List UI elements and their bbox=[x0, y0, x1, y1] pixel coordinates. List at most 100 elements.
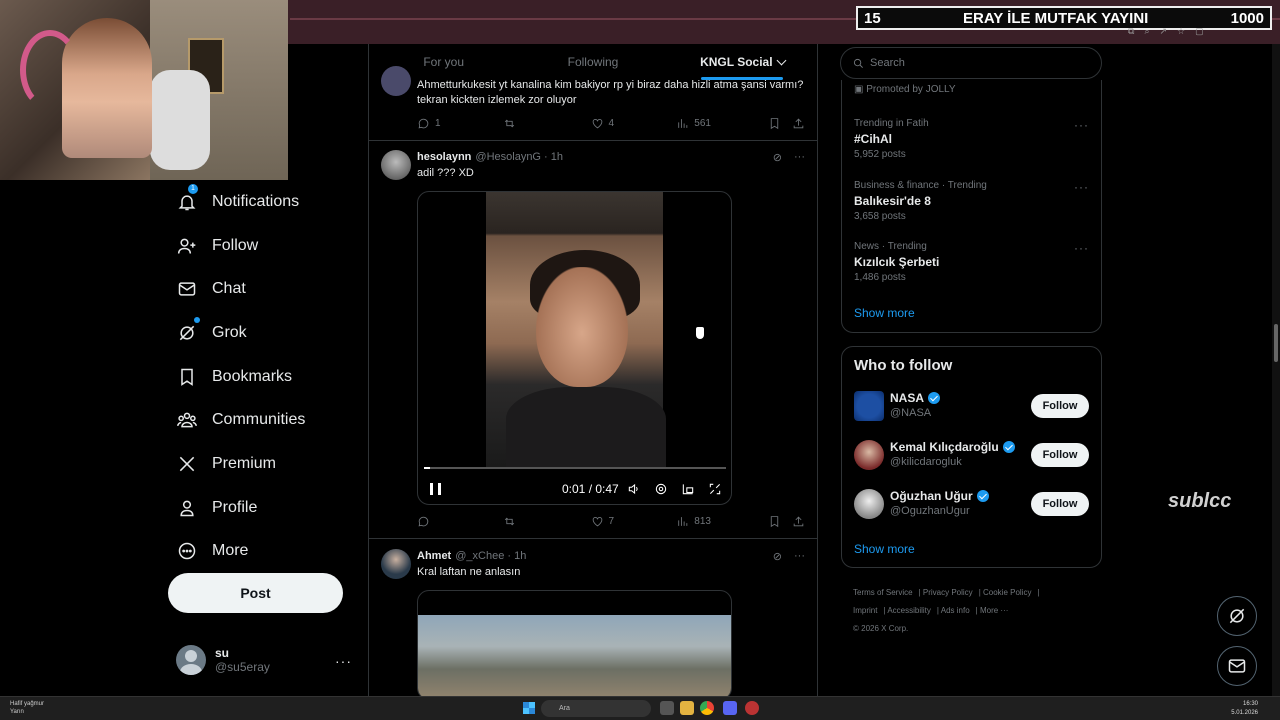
more-dots-icon[interactable]: ··· bbox=[794, 151, 805, 164]
share-button[interactable] bbox=[792, 117, 805, 130]
tweet-avatar[interactable] bbox=[381, 150, 411, 180]
settings-gear-icon[interactable] bbox=[654, 482, 668, 496]
share-icon[interactable]: ↗ bbox=[1159, 26, 1167, 37]
discord-icon[interactable] bbox=[723, 701, 737, 715]
pip-icon[interactable] bbox=[681, 482, 695, 496]
extension-icon[interactable]: ⧉ bbox=[1128, 26, 1134, 37]
verified-badge-icon bbox=[976, 490, 989, 502]
follow-suggestion[interactable]: Kemal Kılıçdaroğlu @kilicdarogluk Follow bbox=[854, 440, 1089, 474]
bookmark-button[interactable] bbox=[768, 515, 792, 528]
follow-button[interactable]: Follow bbox=[1031, 492, 1089, 516]
trend-category: News · Trending bbox=[854, 241, 927, 252]
trend-item[interactable]: Business & finance · Trending Balıkesir'… bbox=[854, 180, 1089, 222]
account-switcher[interactable]: su @su5eray ··· bbox=[176, 645, 356, 675]
star-icon[interactable]: ☆ bbox=[1177, 26, 1185, 37]
follow-button[interactable]: Follow bbox=[1031, 394, 1089, 418]
trends-panel: ▣ Promoted by JOLLY Trending in Fatih #C… bbox=[841, 80, 1102, 333]
repost-button[interactable] bbox=[503, 117, 591, 130]
sidebar-item-communities[interactable]: Communities bbox=[168, 398, 368, 442]
sidebar-item-follow[interactable]: Follow bbox=[168, 224, 368, 268]
more-dots-icon[interactable]: ··· bbox=[1074, 241, 1089, 255]
tweet[interactable]: hesolaynn @HesolaynG · 1h ⊘ ··· adil ??? X… bbox=[369, 141, 817, 539]
x-logo-icon bbox=[176, 453, 198, 475]
like-count: 7 bbox=[608, 516, 615, 527]
taskbar-clock[interactable]: 16:30 5.01.2026 bbox=[1231, 700, 1258, 718]
task-view-icon[interactable] bbox=[660, 701, 674, 715]
promoted-text: Promoted by JOLLY bbox=[866, 84, 956, 95]
tweet-author[interactable]: hesolaynn bbox=[417, 151, 471, 163]
tweet-author[interactable]: Ahmet bbox=[417, 550, 451, 562]
tweet-header: Ahmet @_xChee · 1h ⊘ ··· bbox=[417, 550, 805, 563]
trend-posts: 3,658 posts bbox=[854, 211, 906, 222]
chrome-icon[interactable] bbox=[700, 701, 714, 715]
reply-count: 1 bbox=[435, 118, 441, 129]
window-icon[interactable]: ▢ bbox=[1195, 26, 1204, 37]
volume-icon[interactable] bbox=[627, 482, 641, 496]
grok-fab-button[interactable] bbox=[1217, 596, 1257, 636]
bookmark-button[interactable] bbox=[768, 117, 792, 130]
sidebar-item-label: Grok bbox=[212, 323, 247, 341]
fullscreen-icon[interactable] bbox=[708, 482, 722, 496]
sidebar-item-bookmarks[interactable]: Bookmarks bbox=[168, 355, 368, 399]
footer-link[interactable]: Cookie Policy bbox=[983, 588, 1031, 597]
more-dots-icon[interactable]: ··· bbox=[1074, 180, 1089, 194]
sidebar-item-more[interactable]: More bbox=[168, 530, 368, 574]
file-explorer-icon[interactable] bbox=[680, 701, 694, 715]
tweet-avatar[interactable] bbox=[381, 66, 411, 96]
share-button[interactable] bbox=[792, 515, 805, 528]
reply-button[interactable]: 1 bbox=[417, 117, 503, 130]
footer-link[interactable]: More ··· bbox=[980, 606, 1008, 615]
like-button[interactable]: 4 bbox=[591, 117, 677, 130]
tweet-image[interactable] bbox=[417, 590, 732, 696]
video-progress-bar[interactable] bbox=[424, 467, 726, 469]
footer-link[interactable]: Imprint bbox=[853, 606, 877, 615]
bell-icon bbox=[176, 191, 198, 213]
scrollbar-thumb[interactable] bbox=[1274, 324, 1278, 362]
show-more-link[interactable]: Show more bbox=[854, 542, 915, 556]
avatar bbox=[176, 645, 206, 675]
post-button[interactable]: Post bbox=[168, 573, 343, 613]
grok-icon[interactable]: ⊘ bbox=[773, 550, 782, 563]
sidebar-item-premium[interactable]: Premium bbox=[168, 442, 368, 486]
reply-button[interactable] bbox=[417, 515, 503, 528]
footer-link[interactable]: Terms of Service bbox=[853, 588, 913, 597]
tweet-avatar[interactable] bbox=[381, 549, 411, 579]
show-more-link[interactable]: Show more bbox=[854, 306, 915, 320]
views-button[interactable]: 813 bbox=[676, 515, 768, 528]
grok-icon[interactable]: ⊘ bbox=[773, 151, 782, 164]
app-icon[interactable] bbox=[745, 701, 759, 715]
search-input[interactable]: Search bbox=[840, 47, 1102, 79]
messages-fab-button[interactable] bbox=[1217, 646, 1257, 686]
more-dots-icon[interactable]: ··· bbox=[794, 550, 805, 563]
trend-item[interactable]: News · Trending Kızılcık Şerbeti 1,486 p… bbox=[854, 241, 1089, 283]
taskbar-search[interactable]: Ara bbox=[541, 700, 651, 717]
tweet-text: adil ??? XD bbox=[417, 167, 474, 179]
sidebar-item-grok[interactable]: Grok bbox=[168, 311, 368, 355]
windows-start-icon[interactable] bbox=[523, 702, 535, 714]
follow-button[interactable]: Follow bbox=[1031, 443, 1089, 467]
repost-button[interactable] bbox=[503, 515, 591, 528]
page-scrollbar[interactable] bbox=[1272, 44, 1280, 696]
views-button[interactable]: 561 bbox=[676, 117, 768, 130]
like-button[interactable]: 7 bbox=[591, 515, 677, 528]
more-dots-icon[interactable]: ··· bbox=[1074, 118, 1089, 132]
tweet[interactable]: Ahmetturkukesit yt kanalina kim bakiyor … bbox=[369, 64, 817, 141]
repost-icon bbox=[504, 119, 514, 128]
sidebar-item-notifications[interactable]: 1 Notifications bbox=[168, 180, 368, 224]
video-player[interactable]: 0:01 / 0:47 bbox=[417, 191, 732, 505]
zoom-icon[interactable]: ⌕ bbox=[1144, 26, 1149, 37]
sidebar-item-profile[interactable]: Profile bbox=[168, 486, 368, 530]
footer-link[interactable]: Privacy Policy bbox=[923, 588, 973, 597]
pause-icon[interactable] bbox=[430, 483, 441, 495]
follow-suggestion[interactable]: NASA @NASA Follow bbox=[854, 391, 1089, 425]
trend-item[interactable]: Trending in Fatih #CihAl 5,952 posts ··· bbox=[854, 118, 1089, 160]
views-icon bbox=[678, 517, 688, 526]
tweet[interactable]: Ahmet @_xChee · 1h ⊘ ··· Kral laftan ne an… bbox=[369, 540, 817, 696]
footer-link[interactable]: Ads info bbox=[941, 606, 970, 615]
copyright: © 2026 X Corp. bbox=[853, 624, 909, 633]
footer-link[interactable]: Accessibility bbox=[887, 606, 931, 615]
follow-suggestion[interactable]: Oğuzhan Uğur @OguzhanUgur Follow bbox=[854, 489, 1089, 523]
more-dots-icon[interactable]: ··· bbox=[335, 653, 352, 669]
weather-widget[interactable]: Hafif yağmur Yarın bbox=[10, 700, 44, 716]
sidebar-item-chat[interactable]: Chat bbox=[168, 267, 368, 311]
